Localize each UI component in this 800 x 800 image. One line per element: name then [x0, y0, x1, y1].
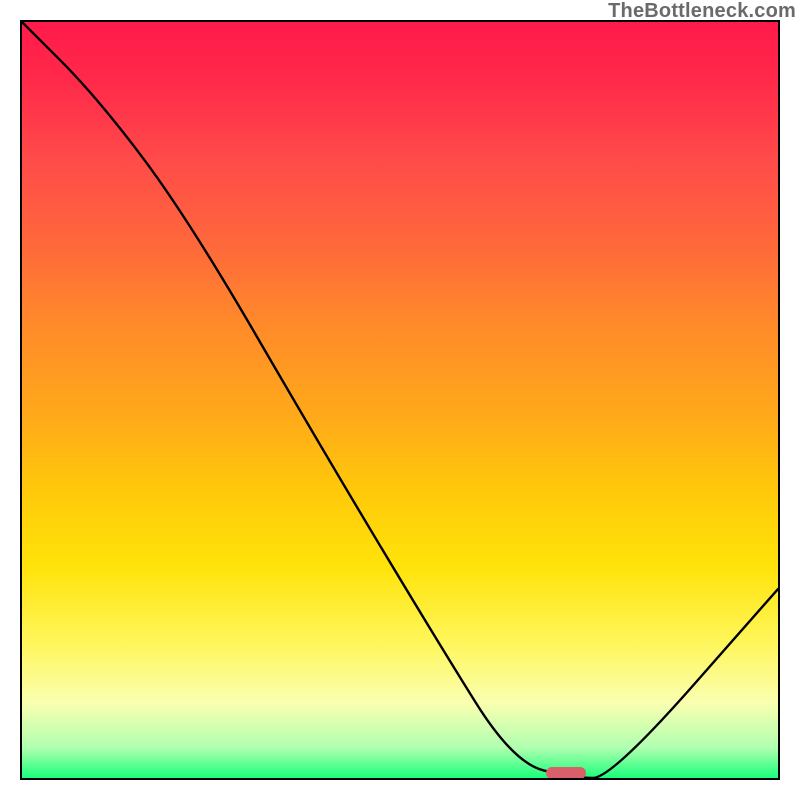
curve-svg [22, 22, 778, 778]
plot-area [20, 20, 780, 780]
bottleneck-curve [22, 22, 778, 778]
chart-container: TheBottleneck.com [0, 0, 800, 800]
optimum-marker [546, 767, 586, 779]
